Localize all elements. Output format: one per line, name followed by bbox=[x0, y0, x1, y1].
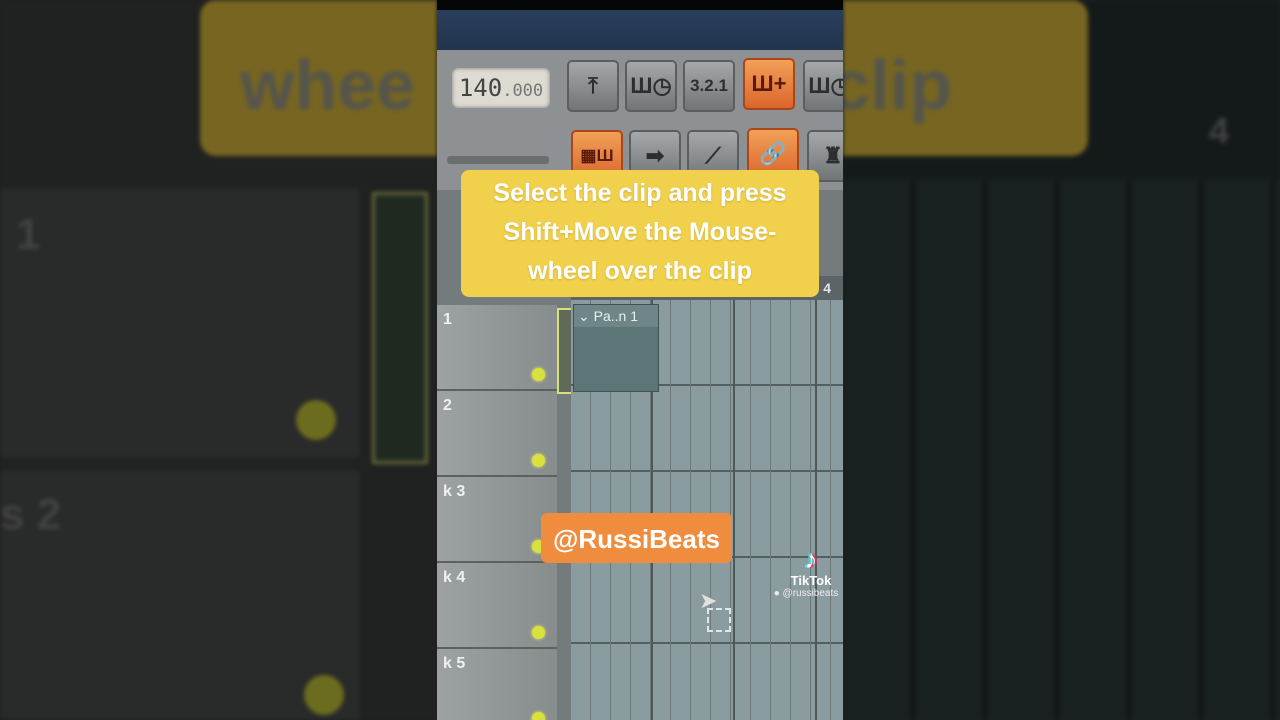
link-icon: 🔗 bbox=[759, 141, 787, 166]
track-header-5[interactable]: k 5 bbox=[437, 649, 557, 720]
snap-icon: ⟋ bbox=[705, 143, 721, 168]
tempo-decimal: .000 bbox=[502, 81, 544, 101]
mute-dot[interactable] bbox=[532, 454, 545, 467]
bar-number: 4 bbox=[823, 280, 831, 296]
blurred-caption-right: e clip bbox=[843, 0, 1088, 156]
metronome-icon: ⤒ bbox=[588, 73, 598, 98]
blurred-background-left: whee 1 s 2 bbox=[0, 0, 437, 720]
clip-title[interactable]: ⌄ Pa..n 1 bbox=[574, 305, 658, 327]
mute-dot[interactable] bbox=[532, 712, 545, 720]
creator-handle: @RussiBeats bbox=[541, 513, 732, 563]
step-edit-icon: Ш+ bbox=[751, 71, 787, 96]
mute-dot[interactable] bbox=[532, 368, 545, 381]
blurred-track-number-2: s 2 bbox=[0, 490, 62, 539]
blurred-mute-dot bbox=[296, 400, 336, 440]
screen-bezel bbox=[437, 0, 843, 10]
blurred-mute-dot bbox=[304, 675, 344, 715]
master-slider[interactable] bbox=[447, 156, 549, 164]
tiktok-name: TikTok bbox=[790, 573, 832, 588]
metronome-button[interactable]: ⤒ bbox=[567, 60, 619, 112]
track-label: k 5 bbox=[443, 655, 466, 672]
track-header-1[interactable]: 1 bbox=[437, 305, 557, 391]
countdown-icon: 3.2.1 bbox=[690, 76, 728, 95]
blurred-clip-selector bbox=[372, 192, 428, 464]
tiktok-user: ● @russibeats bbox=[773, 588, 839, 599]
tiktok-logo-icon: ♪ bbox=[804, 544, 818, 574]
hat-icon: ♜ bbox=[823, 143, 843, 168]
track-label: 2 bbox=[443, 397, 452, 414]
selection-cursor-icon bbox=[707, 608, 731, 632]
track-label: k 3 bbox=[443, 483, 466, 500]
clip-name: Pa..n 1 bbox=[593, 308, 638, 324]
caption-line: Select the clip and press bbox=[493, 179, 787, 207]
blurred-grid bbox=[843, 180, 1280, 720]
caption-line: wheel over the clip bbox=[528, 257, 752, 285]
track-header-3[interactable]: k 3 bbox=[437, 477, 557, 563]
video-frame: 140.000 ⤒ Ш◷ 3.2.1 Ш+ Ш◷ ▦Ш ➡ ⟋ 🔗 ♜ 4 1 … bbox=[437, 0, 843, 720]
mute-dot[interactable] bbox=[532, 626, 545, 639]
recording-icon: Ш◷ bbox=[808, 73, 843, 98]
tiktok-watermark: ♪ TikTok ● @russibeats bbox=[774, 544, 841, 599]
track-label: 1 bbox=[443, 311, 452, 328]
tutorial-caption: Select the clip and press Shift+Move the… bbox=[461, 170, 819, 297]
track-label: k 4 bbox=[443, 569, 466, 586]
wait-icon: Ш◷ bbox=[630, 73, 672, 98]
blurred-background-right: e clip 4 bbox=[843, 0, 1280, 720]
blurred-bar-number: 4 bbox=[1209, 110, 1230, 151]
step-edit-button[interactable]: Ш+ bbox=[743, 58, 795, 110]
tiktok-username: @russibeats bbox=[782, 588, 839, 599]
track-header-2[interactable]: 2 bbox=[437, 391, 557, 477]
window-titlebar bbox=[437, 10, 843, 50]
tempo-display[interactable]: 140.000 bbox=[452, 68, 550, 108]
blurred-caption-left: whee bbox=[200, 0, 437, 156]
tempo-value: 140 bbox=[458, 74, 503, 102]
caption-line: Shift+Move the Mouse- bbox=[503, 218, 777, 246]
countdown-button[interactable]: 3.2.1 bbox=[683, 60, 735, 112]
overdub-icon: ▦Ш bbox=[580, 146, 614, 165]
recording-mode-button[interactable]: Ш◷ bbox=[803, 60, 843, 112]
arrow-right-icon: ➡ bbox=[645, 143, 665, 168]
pattern-clip[interactable]: ⌄ Pa..n 1 bbox=[573, 304, 659, 392]
track-header-4[interactable]: k 4 bbox=[437, 563, 557, 649]
wait-for-input-button[interactable]: Ш◷ bbox=[625, 60, 677, 112]
blurred-track-number-1: 1 bbox=[16, 210, 41, 259]
